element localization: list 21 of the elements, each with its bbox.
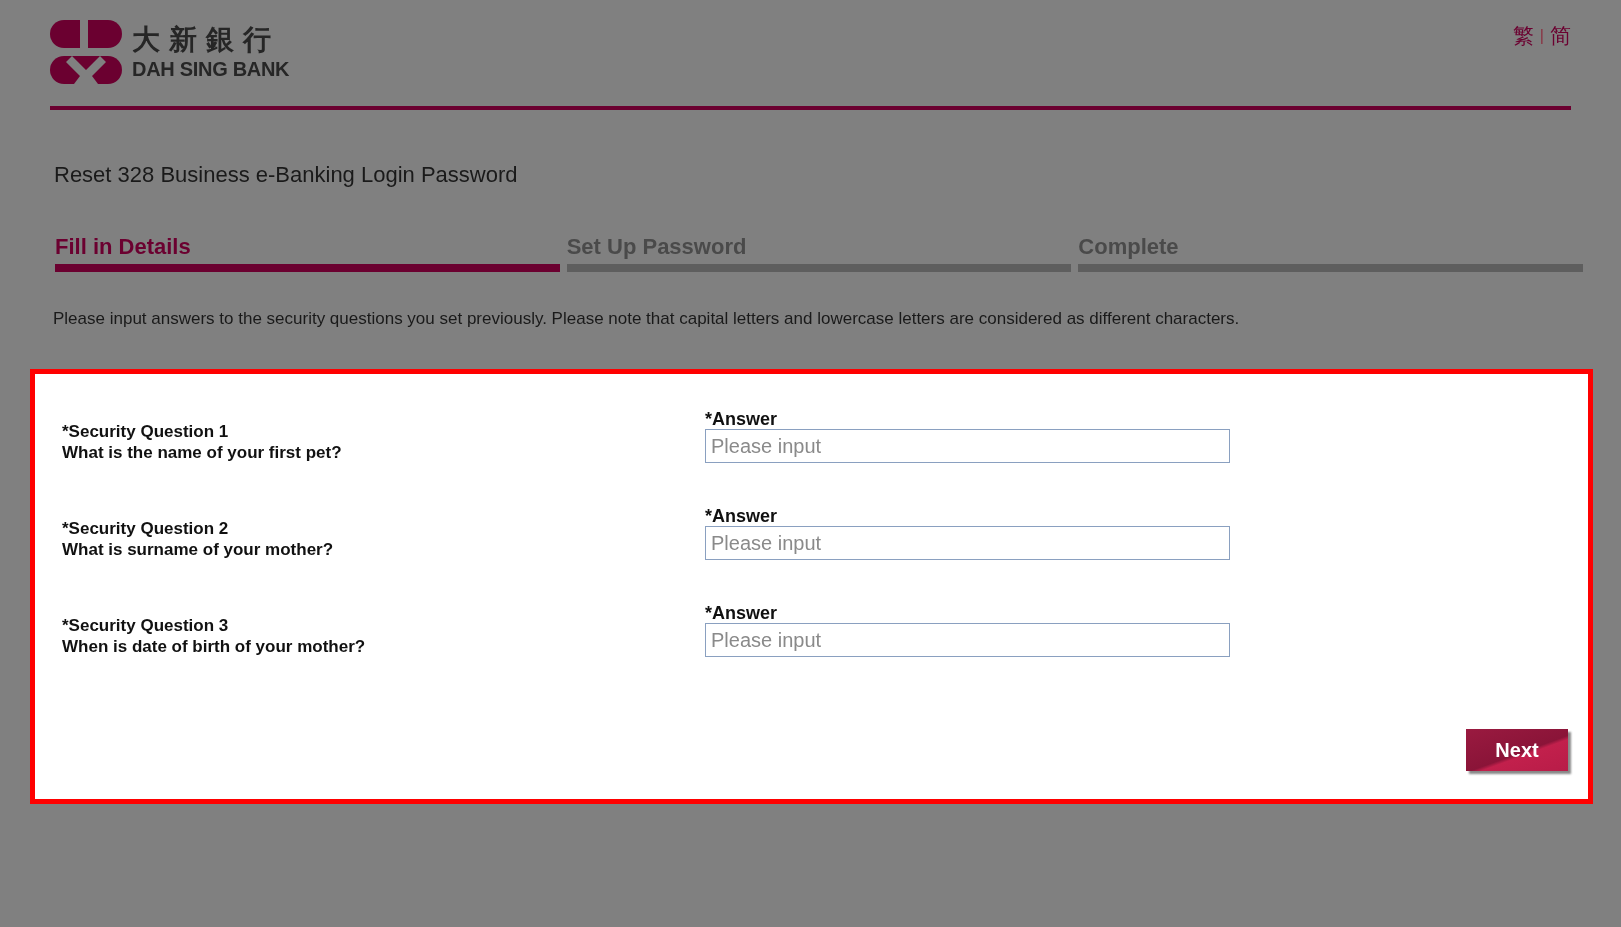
answer-label: *Answer	[705, 506, 779, 526]
answer-field[interactable]: Please input	[705, 429, 1230, 463]
language-link[interactable]: 简	[1550, 22, 1571, 50]
language-separator: |	[1539, 27, 1544, 45]
instructions-text: Please input answers to the security questions you set previously. Please note that capital letters and lowercase letters are considered as different characters.	[53, 308, 1241, 329]
question-label: *Security Question 1	[62, 421, 230, 442]
answer-field[interactable]: Please input	[705, 526, 1230, 560]
question-text: When is date of birth of your mother?	[62, 636, 367, 657]
language-link[interactable]: 繁	[1512, 22, 1534, 50]
question-label: *Security Question 3	[62, 615, 230, 636]
answer-field[interactable]: Please input	[705, 623, 1230, 657]
question-text: What is the name of your first pet?	[62, 442, 343, 463]
page-title: Reset 328 Business e-Banking Login Password	[54, 162, 519, 188]
logo-english-text: DAH SING BANK	[132, 57, 290, 81]
answer-label: *Answer	[705, 409, 779, 429]
next-button[interactable]: Next	[1466, 729, 1568, 771]
question-label: *Security Question 2	[62, 518, 230, 539]
logo-icon	[50, 20, 122, 84]
logo-chinese-text: 大新銀行	[132, 23, 281, 57]
answer-label: *Answer	[705, 603, 779, 623]
question-text: What is surname of your mother?	[62, 539, 335, 560]
